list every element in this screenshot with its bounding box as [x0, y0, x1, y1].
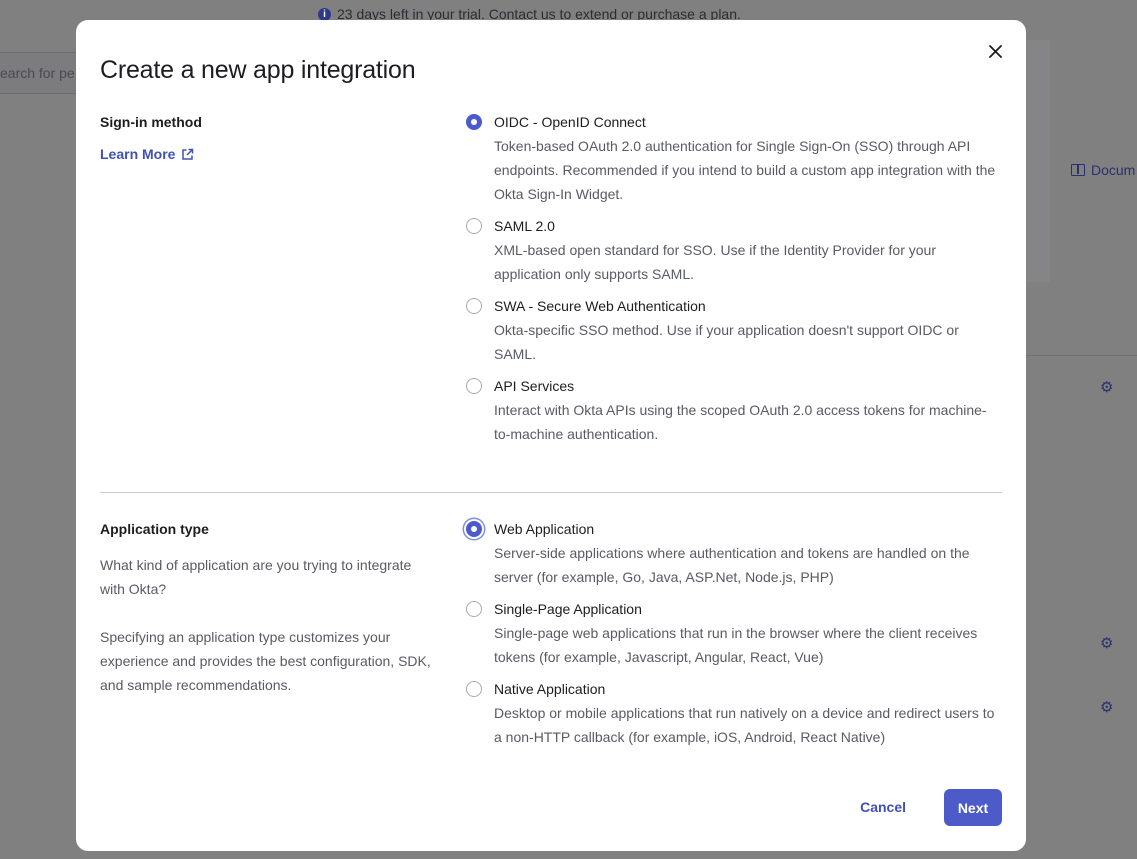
radio-option-native-application[interactable]: Native Application Desktop or mobile app… [464, 679, 1002, 749]
radio-option-web-application[interactable]: Web Application Server-side applications… [464, 519, 1002, 589]
option-label: Single-Page Application [494, 601, 642, 617]
close-button[interactable] [982, 38, 1008, 64]
gear-icon: ⚙ [1100, 635, 1114, 652]
application-type-label: Application type [100, 521, 209, 537]
book-icon [1071, 164, 1085, 176]
radio-button[interactable] [466, 114, 482, 130]
radio-option-single-page-application[interactable]: Single-Page Application Single-page web … [464, 599, 1002, 669]
dialog-title: Create a new app integration [100, 56, 416, 84]
radio-button[interactable] [466, 298, 482, 314]
application-type-hint: Specifying an application type customize… [100, 629, 431, 693]
option-label: SAML 2.0 [494, 218, 555, 234]
background-panel [1026, 40, 1050, 282]
learn-more-text: Learn More [100, 146, 176, 162]
application-type-options: Web Application Server-side applications… [464, 519, 1002, 759]
option-description: Single-page web applications that run in… [494, 625, 978, 665]
radio-option-oidc[interactable]: OIDC - OpenID Connect Token-based OAuth … [464, 112, 1002, 206]
create-app-integration-dialog: Create a new app integration Sign-in met… [76, 20, 1026, 851]
sign-in-method-options: OIDC - OpenID Connect Token-based OAuth … [464, 112, 1002, 456]
application-type-info: Application type What kind of applicatio… [100, 519, 440, 697]
option-description: XML-based open standard for SSO. Use if … [494, 242, 936, 282]
gear-icon: ⚙ [1100, 379, 1114, 396]
learn-more-link[interactable]: Learn More [100, 146, 194, 162]
next-button[interactable]: Next [944, 789, 1002, 826]
option-label: SWA - Secure Web Authentication [494, 298, 706, 314]
radio-button[interactable] [466, 521, 482, 537]
radio-button[interactable] [466, 218, 482, 234]
option-label: OIDC - OpenID Connect [494, 114, 646, 130]
radio-button[interactable] [466, 681, 482, 697]
sign-in-method-info: Sign-in method Learn More [100, 112, 440, 164]
section-divider [100, 492, 1002, 493]
option-label: API Services [494, 378, 575, 394]
background-documentation-link: Docum [1071, 162, 1135, 178]
radio-option-swa[interactable]: SWA - Secure Web Authentication Okta-spe… [464, 296, 1002, 366]
background-divider [1026, 355, 1137, 356]
option-description: Interact with Okta APIs using the scoped… [494, 402, 987, 442]
info-icon: i [318, 7, 331, 21]
close-icon [988, 44, 1002, 58]
gear-icon: ⚙ [1100, 699, 1114, 716]
option-label: Native Application [494, 681, 606, 697]
option-description: Server-side applications where authentic… [494, 545, 970, 585]
application-type-description: What kind of application are you trying … [100, 557, 412, 597]
documentation-link-text: Docum [1091, 162, 1136, 178]
option-label: Web Application [494, 521, 595, 537]
option-description: Desktop or mobile applications that run … [494, 705, 995, 745]
radio-button[interactable] [466, 601, 482, 617]
option-description: Okta-specific SSO method. Use if your ap… [494, 322, 959, 362]
cancel-button[interactable]: Cancel [848, 790, 918, 824]
option-description: Token-based OAuth 2.0 authentication for… [494, 138, 996, 202]
external-link-icon [182, 148, 194, 160]
radio-button[interactable] [466, 378, 482, 394]
radio-option-saml[interactable]: SAML 2.0 XML-based open standard for SSO… [464, 216, 1002, 286]
radio-option-api-services[interactable]: API Services Interact with Okta APIs usi… [464, 376, 1002, 446]
sign-in-method-label: Sign-in method [100, 114, 202, 130]
